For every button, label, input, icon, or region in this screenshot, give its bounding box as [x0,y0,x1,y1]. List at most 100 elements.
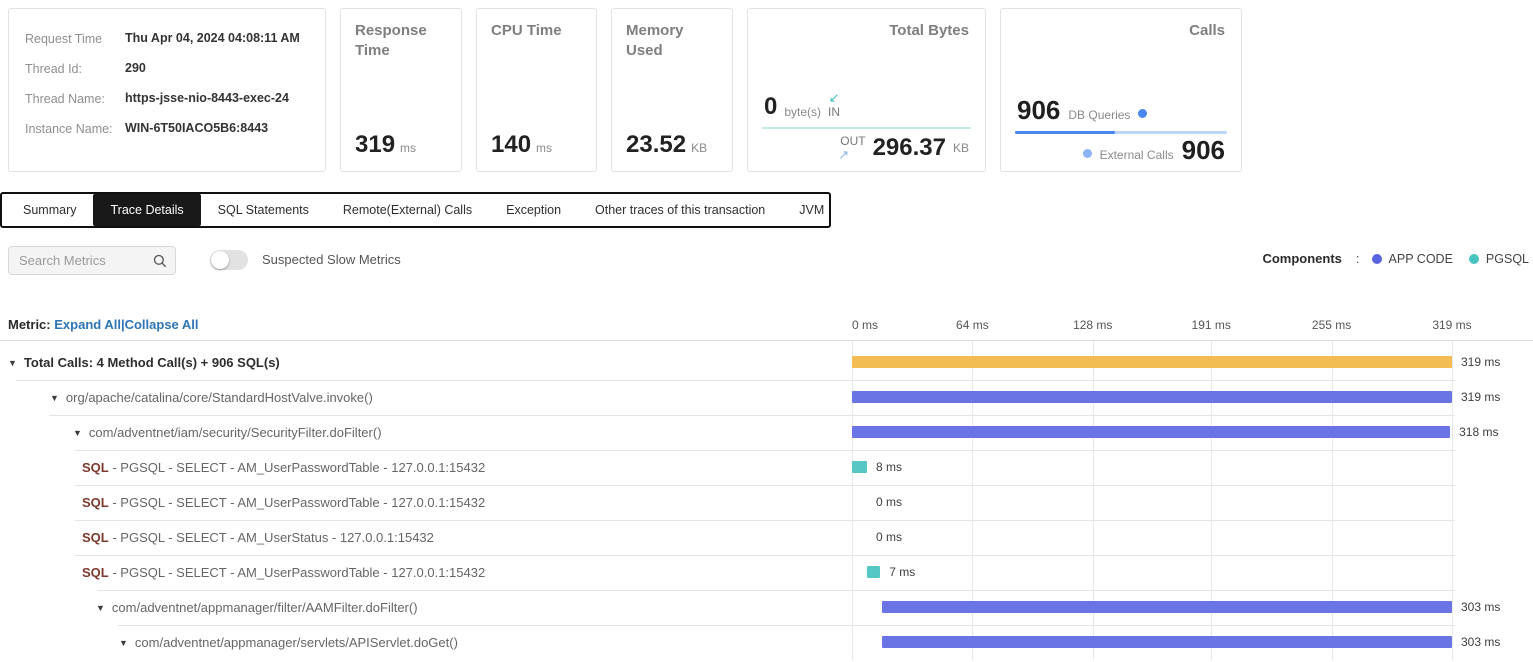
legend-separator: : [1356,251,1360,266]
metric-name[interactable]: ▼com/adventnet/appmanager/servlets/APISe… [119,625,458,662]
inbound-arrow-icon: ↙ [829,91,840,104]
metric-name[interactable]: ▼Total Calls: 4 Method Call(s) + 906 SQL… [8,345,280,382]
response-time-unit: ms [400,141,416,155]
request-label: Request Time [25,31,113,48]
tab-summary[interactable]: Summary [6,194,93,226]
request-value: 290 [125,61,309,78]
metric-name[interactable]: SQL - PGSQL - SELECT - AM_UserPasswordTa… [82,450,485,485]
duration-bar [882,636,1452,648]
tree-row: ▼ com/adventnet/iam/security/SecurityFilt… [0,415,1533,450]
memory-used-card: Memory Used 23.52 KB [611,8,733,172]
tab-exception[interactable]: Exception [489,194,578,226]
calls-ratio-fill [1015,131,1115,134]
db-queries-value: 906 [1017,97,1060,123]
metric-name[interactable]: SQL - PGSQL - SELECT - AM_UserPasswordTa… [82,555,485,590]
duration-bar [852,461,867,473]
tab-bar: SummaryTrace DetailsSQL StatementsRemote… [0,192,831,228]
duration-label: 0 ms [876,520,902,555]
axis-tick: 319 ms [1432,310,1471,340]
legend-items: APP CODE PGSQL [1372,252,1529,266]
bytes-out-unit: KB [953,141,969,155]
metric-text: - PGSQL - SELECT - AM_UserPasswordTable … [109,495,485,510]
app-code-dot-icon [1372,254,1382,264]
legend-label: APP CODE [1389,252,1453,266]
card-title: Total Bytes [889,21,969,41]
duration-bar [852,426,1450,438]
memory-used-unit: KB [691,141,707,155]
sql-prefix: SQL [82,495,109,510]
legend-label: PGSQL [1486,252,1529,266]
calls-ratio-bar [1015,131,1227,134]
metric-name[interactable]: ▼ com/adventnet/iam/security/SecurityFilt… [73,415,382,452]
legend-app-code: APP CODE [1372,252,1453,266]
bytes-out-value: 296.37 [873,136,946,160]
tree-row: SQL - PGSQL - SELECT - AM_UserPasswordTa… [0,555,1533,590]
collapse-arrow-icon[interactable]: ▼ [96,591,105,626]
collapse-arrow-icon[interactable]: ▼ [73,416,82,451]
metric-name[interactable]: SQL - PGSQL - SELECT - AM_UserPasswordTa… [82,485,485,520]
axis-tick: 191 ms [1192,310,1231,340]
duration-label: 319 ms [1461,380,1500,415]
sql-prefix: SQL [82,530,109,545]
tab-other-traces-of-this-transaction[interactable]: Other traces of this transaction [578,194,782,226]
metric-label: Metric: [8,317,51,332]
cpu-time-card: CPU Time 140 ms [476,8,597,172]
collapse-arrow-icon[interactable]: ▼ [50,381,59,416]
pgsql-dot-icon [1469,254,1479,264]
external-calls-label: External Calls [1100,148,1174,162]
suspected-slow-metrics-toggle[interactable] [210,250,248,270]
collapse-all-link[interactable]: Collapse All [125,317,199,332]
total-bytes-card: Total Bytes 0 byte(s) ↙ IN OUT ↗ 296.37 … [747,8,986,172]
cpu-time-value: 140 [491,133,531,157]
metric-text: - PGSQL - SELECT - AM_UserStatus - 127.0… [109,530,434,545]
tree-row: ▼org/apache/catalina/core/StandardHostVa… [0,380,1533,415]
tab-sql-statements[interactable]: SQL Statements [201,194,326,226]
card-title: Calls [1189,21,1225,41]
metric-text: com/adventnet/iam/security/SecurityFilte… [89,425,382,440]
cpu-time-unit: ms [536,141,552,155]
metric-name[interactable]: SQL - PGSQL - SELECT - AM_UserStatus - 1… [82,520,434,555]
search-icon[interactable] [153,254,167,268]
metric-name[interactable]: ▼com/adventnet/appmanager/filter/AAMFilt… [96,590,418,627]
trace-timeline: ▼Total Calls: 4 Method Call(s) + 906 SQL… [0,341,1533,660]
metric-name[interactable]: ▼org/apache/catalina/core/StandardHostVa… [50,380,373,417]
collapse-arrow-icon[interactable]: ▼ [119,626,128,661]
tree-row: ▼com/adventnet/appmanager/servlets/APISe… [0,625,1533,660]
tree-row: ▼com/adventnet/appmanager/filter/AAMFilt… [0,590,1533,625]
toggle-label: Suspected Slow Metrics [262,252,401,267]
tab-jvm[interactable]: JVM [782,194,841,226]
memory-used-value: 23.52 [626,133,686,157]
search-input[interactable] [9,253,153,268]
duration-bar [852,356,1452,368]
legend-title: Components [1262,251,1341,266]
search-box [8,246,176,275]
calls-card: Calls 906 DB Queries External Calls 906 [1000,8,1242,172]
metric-header: Metric: Expand All|Collapse All 0 ms64 m… [0,310,1533,341]
duration-bar [882,601,1452,613]
duration-label: 319 ms [1461,345,1500,380]
card-title: CPU Time [491,21,582,41]
tree-row: SQL - PGSQL - SELECT - AM_UserStatus - 1… [0,520,1533,555]
tab-remote-external-calls[interactable]: Remote(External) Calls [326,194,489,226]
tree-row: SQL - PGSQL - SELECT - AM_UserPasswordTa… [0,450,1533,485]
toggle-knob [211,251,229,269]
tab-trace-details[interactable]: Trace Details [93,194,200,226]
collapse-arrow-icon[interactable]: ▼ [8,346,17,381]
summary-cards: Request Time Thu Apr 04, 2024 04:08:11 AM… [8,8,1242,172]
expand-all-link[interactable]: Expand All [54,317,121,332]
request-label: Instance Name: [25,121,113,138]
sql-prefix: SQL [82,565,109,580]
trace-rows: ▼Total Calls: 4 Method Call(s) + 906 SQL… [0,345,1533,660]
duration-label: 8 ms [876,450,902,485]
db-queries-dot-icon [1138,109,1147,118]
request-value: Thu Apr 04, 2024 04:08:11 AM [125,31,309,48]
response-time-card: Response Time 319 ms [340,8,462,172]
bytes-divider [762,127,971,129]
db-queries-label: DB Queries [1068,108,1130,122]
axis-tick: 255 ms [1312,310,1351,340]
sql-prefix: SQL [82,460,109,475]
components-legend: Components : APP CODE PGSQL [1262,251,1529,266]
duration-label: 7 ms [889,555,915,590]
request-info-card: Request Time Thu Apr 04, 2024 04:08:11 AM… [8,8,326,172]
duration-label: 303 ms [1461,625,1500,660]
